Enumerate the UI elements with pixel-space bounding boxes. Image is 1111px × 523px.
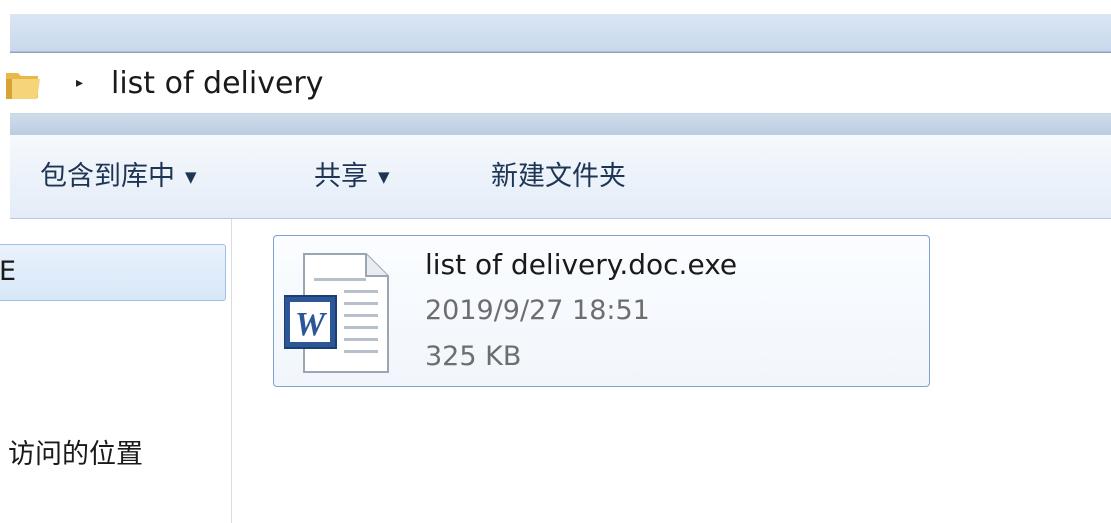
title-band bbox=[10, 14, 1111, 52]
breadcrumb-arrow-icon[interactable]: ▸ bbox=[76, 75, 83, 91]
file-date: 2019/9/27 18:51 bbox=[425, 295, 650, 326]
file-size: 325 KB bbox=[425, 341, 522, 372]
nav-item[interactable] bbox=[0, 374, 16, 408]
nav-item-selected[interactable]: E bbox=[0, 244, 226, 301]
file-item[interactable]: W list of delivery.doc.exe 2019/9/27 18:… bbox=[273, 235, 930, 387]
new-folder-button[interactable]: 新建文件夹 bbox=[491, 159, 626, 195]
svg-text:W: W bbox=[295, 306, 328, 343]
include-in-library-label: 包含到库中 bbox=[40, 161, 175, 192]
file-list-area: W list of delivery.doc.exe 2019/9/27 18:… bbox=[233, 219, 1111, 523]
share-label: 共享 bbox=[314, 161, 368, 192]
address-bar[interactable]: ▸ list of delivery bbox=[6, 52, 1111, 114]
nav-item-label: 访问的位置 bbox=[8, 439, 143, 470]
nav-item-recent-places[interactable]: 访问的位置 bbox=[8, 438, 143, 472]
file-name: list of delivery.doc.exe bbox=[425, 248, 738, 281]
band-divider bbox=[10, 114, 1111, 135]
folder-icon bbox=[6, 73, 40, 99]
chevron-down-icon: ▼ bbox=[185, 168, 197, 186]
include-in-library-button[interactable]: 包含到库中 ▼ bbox=[40, 159, 197, 195]
nav-item[interactable] bbox=[0, 319, 16, 353]
chevron-down-icon: ▼ bbox=[378, 168, 390, 186]
share-button[interactable]: 共享 ▼ bbox=[314, 159, 390, 195]
nav-item-label: E bbox=[0, 256, 17, 287]
breadcrumb-path[interactable]: list of delivery bbox=[111, 66, 324, 102]
top-strip bbox=[0, 0, 1111, 14]
word-document-icon: W bbox=[284, 253, 389, 373]
new-folder-label: 新建文件夹 bbox=[491, 161, 626, 192]
navigation-pane: E 访问的位置 bbox=[0, 219, 232, 523]
command-toolbar: 包含到库中 ▼ 共享 ▼ 新建文件夹 bbox=[10, 135, 1111, 219]
